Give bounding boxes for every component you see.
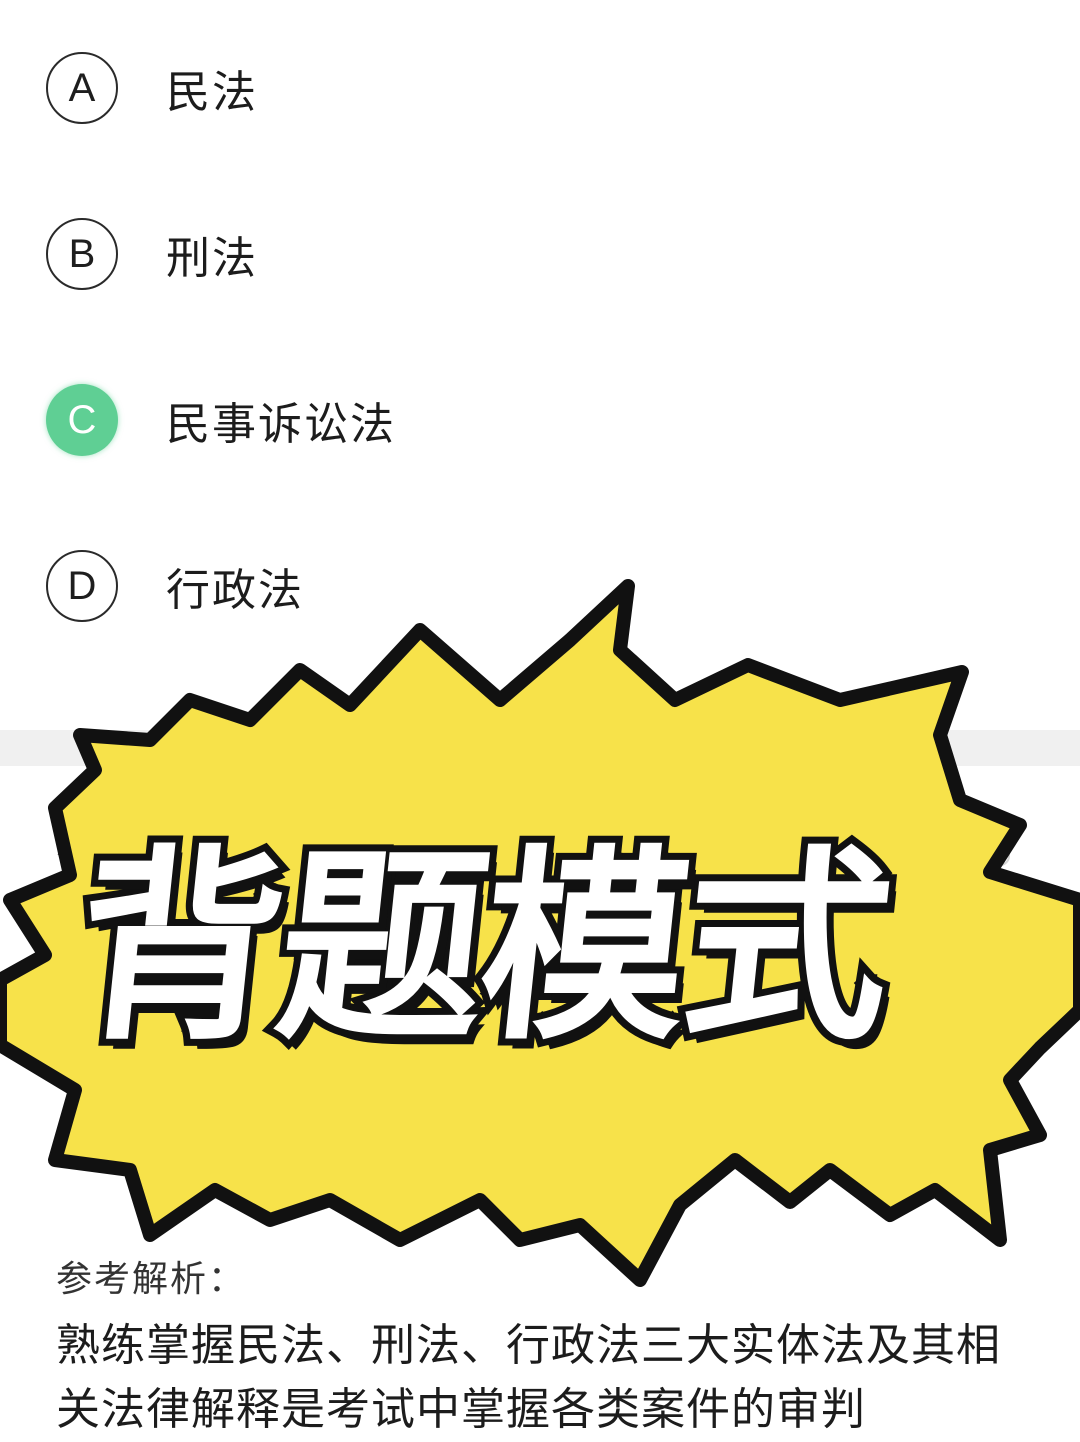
option-c-text: 民事诉讼法: [166, 399, 396, 450]
option-b[interactable]: B 刑法: [46, 216, 258, 292]
option-a-letter-badge: A: [46, 52, 118, 124]
option-d-letter-badge: D: [46, 550, 118, 622]
analysis-text: 熟练掌握民法、刑法、行政法三大实体法及其相关法律解释是考试中掌握各类案件的审判: [56, 1320, 1001, 1435]
my-answer-label: 我: [56, 907, 93, 948]
option-b-letter-badge: B: [46, 218, 118, 290]
options-list: A 民法 B 刑法 C 民事诉讼法 D 行政法: [0, 0, 1080, 730]
option-c[interactable]: C 民事诉讼法: [46, 382, 396, 458]
answer-toggle-button[interactable]: ::: [948, 814, 1010, 866]
analysis-title: 参考解析：: [56, 1259, 247, 1300]
reference-answer-label: 参考: [56, 831, 129, 872]
option-b-text: 刑法: [166, 233, 258, 284]
option-d[interactable]: D 行政法: [46, 548, 304, 624]
answer-section: [0, 766, 1080, 1402]
option-c-letter-badge: C: [46, 384, 118, 456]
section-divider: [0, 730, 1080, 766]
option-d-text: 行政法: [166, 565, 304, 616]
option-a[interactable]: A 民法: [46, 50, 258, 126]
option-a-text: 民法: [166, 67, 258, 118]
